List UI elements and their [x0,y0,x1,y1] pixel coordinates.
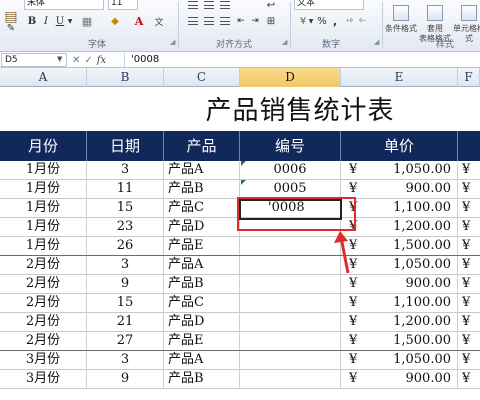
align-right-icon[interactable] [218,14,232,28]
align-center-icon[interactable] [202,0,216,12]
divider [382,2,383,48]
decrease-decimal-icon[interactable]: ⁰⁻ [356,14,370,28]
number-launcher-icon[interactable]: ◢ [374,38,379,46]
column-header-f[interactable]: F [458,68,480,87]
align-left-icon[interactable] [186,14,200,28]
cell-styles-icon [461,5,477,21]
comma-button[interactable]: , [330,14,340,28]
group-label-font: 字体 [88,40,107,50]
column-header-a[interactable]: A [0,68,87,87]
underline-button[interactable]: U [54,14,66,28]
borders-icon[interactable]: ▦ [80,14,94,28]
column-header-d[interactable]: D [240,68,341,87]
format-painter-icon[interactable]: ✎ [4,22,18,34]
column-header-e[interactable]: E [341,68,458,87]
conditional-format-label: 条件格式 [385,24,417,33]
font-launcher-icon[interactable]: ◢ [170,38,175,46]
divider [290,2,291,48]
divider [178,2,179,48]
cell-styles-label: 单元格样式 [453,24,480,43]
chevron-down-icon[interactable]: ▼ [308,14,314,28]
chevron-down-icon[interactable]: ▼ [57,55,62,63]
cancel-icon[interactable]: ✕ [72,55,80,66]
cell-styles-button[interactable]: 单元格样式 [452,2,480,43]
font-size-select[interactable]: 11 [108,0,138,10]
column-header-b[interactable]: B [87,68,164,87]
fill-color-icon[interactable]: ◆ [108,14,122,28]
group-label-alignment: 对齐方式 [216,40,253,50]
chevron-down-icon[interactable]: ▼ [66,14,74,28]
formula-input[interactable]: '0008 [124,53,478,67]
formula-bar-buttons: ✕ ✓ fx [72,53,106,67]
wrap-text-icon[interactable]: ↩ [264,0,278,12]
alignment-launcher-icon[interactable]: ◢ [282,38,287,46]
bold-button[interactable]: B [26,14,38,28]
insert-function-button[interactable]: fx [97,55,106,66]
format-as-table-button[interactable]: 套用 表格格式 [418,2,452,43]
conditional-format-button[interactable]: 条件格式 [384,2,418,36]
align-center-icon[interactable] [202,14,216,28]
worksheet: 产品销售统计表 月份 日期 产品 编号 单价 1月份 3 产品A 0006 ¥1,050… [0,87,480,400]
conditional-format-icon [393,5,409,21]
annotation-arrow [334,231,350,274]
format-as-table-icon [427,5,443,21]
formula-bar: D5 ▼ ✕ ✓ fx '0008 [0,52,480,68]
decrease-indent-icon[interactable]: ⇤ [234,14,248,28]
ribbon: 宋体 11 ▤ ✎ B I U ▼ ▦ ◆ A 文 字体 ◢ ⇤ ⇥ ⊞ ↩ 对… [0,0,480,52]
column-headers: A B C D E F [0,68,480,87]
merge-center-icon[interactable]: ⊞ [264,14,278,28]
font-color-icon[interactable]: A [132,14,146,28]
font-name-select[interactable]: 宋体 [24,0,104,10]
align-right-icon[interactable] [218,0,232,12]
group-label-number: 数字 [322,40,341,50]
italic-button[interactable]: I [40,14,52,28]
chinese-phonetic-icon[interactable]: 文 [152,14,166,28]
percent-button[interactable]: % [316,14,328,28]
column-header-c[interactable]: C [164,68,240,87]
increase-decimal-icon[interactable]: ⁺⁰ [342,14,356,28]
increase-indent-icon[interactable]: ⇥ [248,14,262,28]
align-left-icon[interactable] [186,0,200,12]
group-label-styles: 样式 [436,40,455,50]
enter-icon[interactable]: ✓ [84,55,92,66]
number-format-select[interactable]: 文本 [294,0,364,10]
